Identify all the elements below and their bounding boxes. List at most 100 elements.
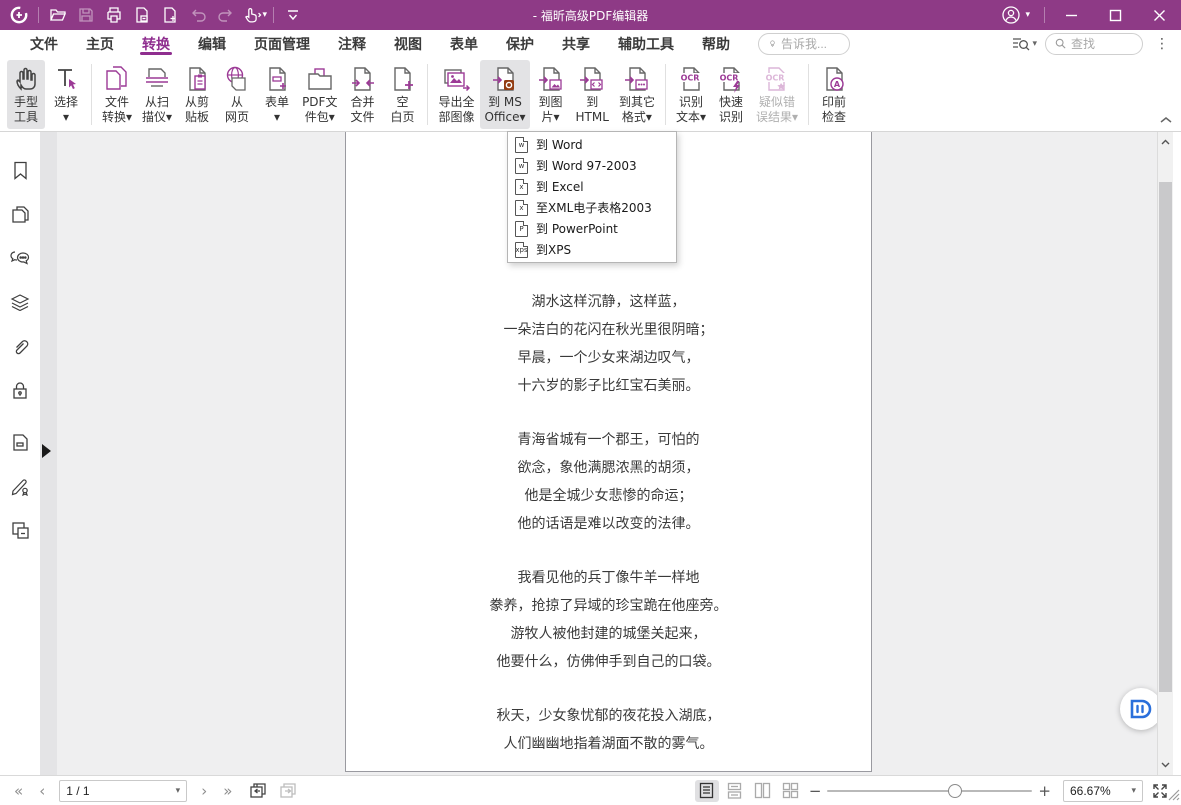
tell-me-search[interactable]	[758, 33, 850, 55]
to-ms-office-button[interactable]: 到 MS Office▾	[480, 60, 529, 129]
blank-page-button[interactable]: 空 白页	[383, 60, 421, 129]
tab-form[interactable]: 表单	[436, 30, 492, 57]
pdf-portfolio-button[interactable]: PDF文 件包▾	[298, 60, 341, 129]
tab-convert[interactable]: 转换	[128, 30, 184, 57]
quick-recognize-button[interactable]: OCR 快速 识别	[712, 60, 750, 129]
svg-text:OCR: OCR	[720, 74, 739, 83]
tab-share[interactable]: 共享	[548, 30, 604, 57]
from-clipboard-button[interactable]: 从剪 贴板	[178, 60, 216, 129]
menu-item-to-word97[interactable]: w 到 Word 97-2003	[508, 155, 676, 176]
tab-protect[interactable]: 保护	[492, 30, 548, 57]
tab-home[interactable]: 主页	[72, 30, 128, 57]
print-icon[interactable]	[101, 3, 127, 27]
export-document-icon[interactable]	[129, 3, 155, 27]
svg-text:OCR: OCR	[766, 74, 785, 83]
account-button[interactable]: ▾	[991, 5, 1040, 25]
tab-accessibility[interactable]: 辅助工具	[604, 30, 688, 57]
facing-view-button[interactable]	[751, 780, 775, 802]
bookmarks-panel-icon[interactable]	[9, 160, 31, 180]
export-all-images-button[interactable]: 导出全 部图像	[434, 60, 478, 129]
signatures-panel-icon[interactable]	[9, 476, 31, 496]
caret-down-icon: ▾	[262, 10, 267, 20]
to-html-button[interactable]: 到 HTML	[572, 60, 613, 129]
suspect-results-button: OCR 疑似错 误结果▾	[752, 60, 802, 129]
customize-toolbar-icon[interactable]	[280, 3, 306, 27]
form-button[interactable]: 表单 ▾	[258, 60, 296, 129]
first-page-button[interactable]: «	[6, 782, 31, 800]
ai-assistant-button[interactable]	[1120, 688, 1157, 730]
word-file-icon: w	[515, 158, 528, 174]
expand-panel-handle[interactable]	[42, 444, 51, 458]
fields-panel-icon[interactable]	[9, 432, 31, 452]
stanza: 湖水这样沉静，这样蓝， 一朵洁白的花闪在秋光里很阴暗； 早晨，一个少女来湖边叹气…	[346, 288, 871, 400]
last-page-button[interactable]: »	[215, 782, 240, 800]
zoom-level-box[interactable]: ▾	[1063, 780, 1143, 802]
open-file-icon[interactable]	[45, 3, 71, 27]
find-box[interactable]	[1045, 33, 1143, 55]
combine-files-button[interactable]: 合并 文件	[343, 60, 381, 129]
search-options-button[interactable]: ▾	[1012, 36, 1037, 52]
minimize-button[interactable]	[1049, 0, 1093, 30]
comments-panel-icon[interactable]	[9, 248, 31, 268]
navigation-panel-bar	[0, 132, 40, 775]
touch-mode-icon[interactable]: ▾	[241, 3, 267, 27]
tab-view[interactable]: 视图	[380, 30, 436, 57]
zoom-in-button[interactable]: +	[1032, 782, 1057, 800]
undo-icon	[185, 3, 211, 27]
ribbon-toolbar: 手型 工具 选择 ▾ 文件 转换▾	[0, 57, 1181, 132]
collapse-ribbon-button[interactable]	[1159, 114, 1173, 128]
menu-item-to-powerpoint[interactable]: P 到 PowerPoint	[508, 218, 676, 239]
tab-file[interactable]: 文件	[16, 30, 72, 57]
page-number-box[interactable]: ▾	[59, 780, 187, 802]
from-scanner-button[interactable]: 从扫 描仪▾	[138, 60, 176, 129]
stanza: 秋天，少女象忧郁的夜花投入湖底， 人们幽幽地指着湖面不散的雾气。	[346, 702, 871, 758]
recognize-text-button[interactable]: OCR 识别 文本▾	[672, 60, 710, 129]
hand-tool-button[interactable]: 手型 工具	[7, 60, 45, 129]
caret-down-icon: ▾	[176, 786, 181, 796]
preflight-button[interactable]: A 印前 检查	[815, 60, 853, 129]
attachments-panel-icon[interactable]	[9, 336, 31, 356]
tell-me-input[interactable]	[781, 37, 839, 51]
facing-continuous-view-button[interactable]	[779, 780, 803, 802]
ai-assistant-icon	[1129, 698, 1153, 720]
more-options-icon[interactable]: ⋮	[1151, 36, 1173, 52]
to-other-formats-button[interactable]: 到其它 格式▾	[615, 60, 659, 129]
tab-edit[interactable]: 编辑	[184, 30, 240, 57]
find-input[interactable]	[1071, 37, 1133, 51]
menu-item-to-xml-spreadsheet[interactable]: x 至XML电子表格2003	[508, 197, 676, 218]
from-webpage-button[interactable]: 从 网页	[218, 60, 256, 129]
layers-panel-icon[interactable]	[9, 292, 31, 312]
zoom-slider-thumb[interactable]	[948, 784, 962, 798]
scroll-up-icon[interactable]	[1158, 134, 1173, 150]
zoom-out-button[interactable]: −	[803, 782, 828, 800]
pages-panel-icon[interactable]	[9, 204, 31, 224]
to-image-button[interactable]: 到图 片▾	[532, 60, 570, 129]
destinations-panel-icon[interactable]	[9, 520, 31, 540]
select-tool-button[interactable]: 选择 ▾	[47, 60, 85, 129]
scroll-down-icon[interactable]	[1158, 757, 1173, 773]
continuous-view-button[interactable]	[723, 780, 747, 802]
menu-item-to-word[interactable]: w 到 Word	[508, 134, 676, 155]
zoom-slider[interactable]	[827, 780, 1032, 802]
menu-item-to-excel[interactable]: x 到 Excel	[508, 176, 676, 197]
new-document-icon[interactable]	[157, 3, 183, 27]
tab-organize[interactable]: 页面管理	[240, 30, 324, 57]
scrollbar-thumb[interactable]	[1159, 182, 1172, 692]
tab-help[interactable]: 帮助	[688, 30, 744, 57]
single-page-view-button[interactable]	[695, 780, 719, 802]
window-resize-grip[interactable]	[1166, 787, 1180, 804]
zoom-level-input[interactable]	[1070, 784, 1122, 798]
menu-item-to-xps[interactable]: xps 到XPS	[508, 239, 676, 260]
combine-icon	[348, 63, 376, 95]
vertical-scrollbar[interactable]	[1157, 132, 1173, 775]
security-panel-icon[interactable]	[9, 380, 31, 400]
convert-file-button[interactable]: 文件 转换▾	[98, 60, 136, 129]
previous-page-button[interactable]: ‹	[31, 782, 53, 800]
close-button[interactable]	[1137, 0, 1181, 30]
maximize-button[interactable]	[1093, 0, 1137, 30]
previous-view-button[interactable]	[246, 780, 270, 802]
to-image-icon	[537, 63, 565, 95]
page-number-input[interactable]	[66, 784, 166, 798]
tab-comment[interactable]: 注释	[324, 30, 380, 57]
next-page-button[interactable]: ›	[193, 782, 215, 800]
